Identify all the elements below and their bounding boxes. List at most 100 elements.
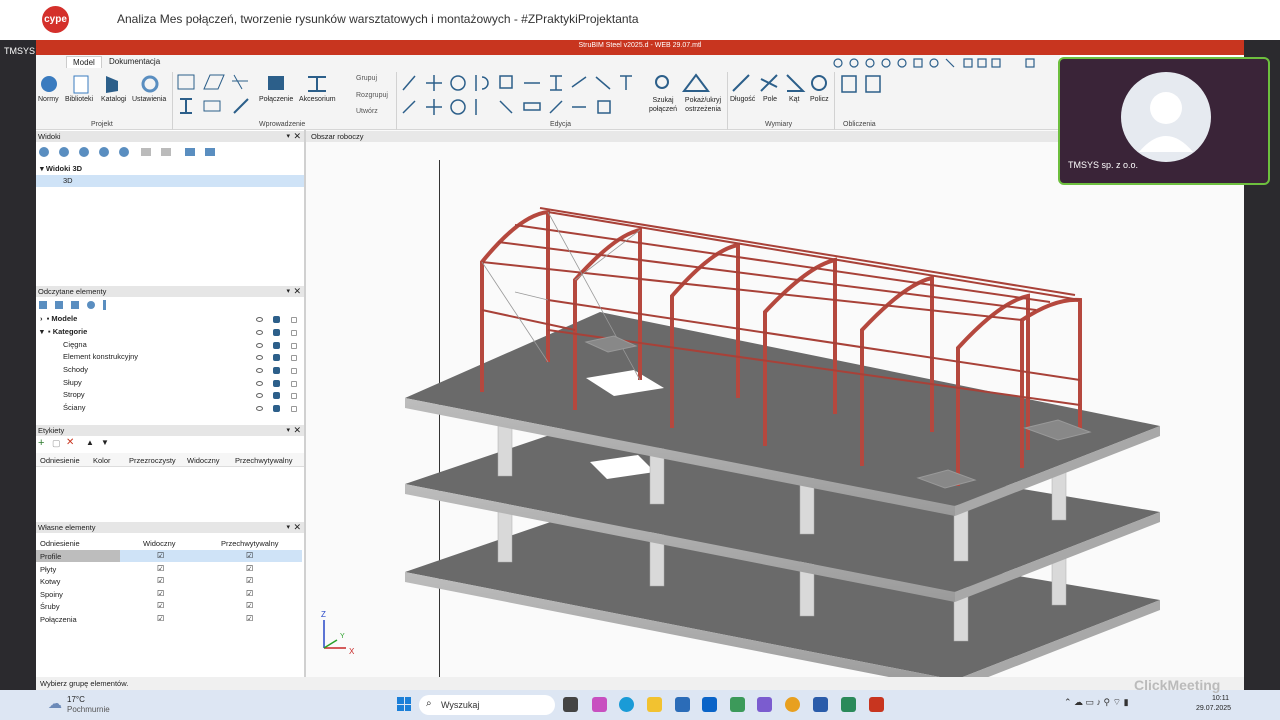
chrome-icon[interactable] xyxy=(785,697,800,712)
checkbox[interactable]: ☑ xyxy=(157,601,164,610)
close-icon[interactable]: ✕ xyxy=(293,522,301,533)
collapse-icon[interactable]: ▾ xyxy=(286,286,290,297)
model-icon[interactable] xyxy=(273,392,280,399)
count-button[interactable]: Policz xyxy=(810,96,829,103)
eye-icon[interactable] xyxy=(256,381,263,386)
view-toolbar[interactable] xyxy=(832,57,1052,69)
collapse-icon[interactable]: ▾ xyxy=(286,131,290,142)
own-row[interactable]: Połączenia xyxy=(40,615,77,624)
own-col-reference[interactable]: Odniesienie xyxy=(40,539,80,548)
model-icon[interactable] xyxy=(273,367,280,374)
create-button[interactable]: Utwórz xyxy=(356,108,378,115)
find-connections-button[interactable]: Szukaj połączeń xyxy=(648,96,678,114)
weather-temp[interactable]: 17°C xyxy=(67,695,85,704)
category-item[interactable]: Słupy xyxy=(63,378,82,387)
lock-icon[interactable] xyxy=(291,343,297,349)
category-item[interactable]: Stropy xyxy=(63,390,85,399)
model-icon[interactable] xyxy=(273,329,280,336)
checkbox[interactable]: ☑ xyxy=(246,551,253,560)
clock-time[interactable]: 10:11 xyxy=(1212,695,1229,702)
outlook-icon[interactable] xyxy=(702,697,717,712)
lock-icon[interactable] xyxy=(291,393,297,399)
add-label-icon[interactable]: + xyxy=(38,437,44,449)
col-transparent[interactable]: Przezroczysty xyxy=(129,456,176,465)
category-item[interactable]: Cięgna xyxy=(63,340,87,349)
checkbox[interactable]: ☑ xyxy=(246,576,253,585)
model-icon[interactable] xyxy=(273,342,280,349)
tray-icons[interactable]: ⌃ ☁ ▭ ♪ ⚲ ⌔ ▮ xyxy=(1064,697,1129,708)
eye-icon[interactable] xyxy=(256,393,263,398)
col-reference[interactable]: Odniesienie xyxy=(40,456,80,465)
views-3d-group[interactable]: ▾ Widoki 3D xyxy=(40,164,82,173)
lock-icon[interactable] xyxy=(291,381,297,387)
checkbox[interactable]: ☑ xyxy=(246,564,253,573)
lock-icon[interactable] xyxy=(291,406,297,412)
close-icon[interactable]: ✕ xyxy=(293,131,301,142)
tree-categories[interactable]: ▾ ▪ Kategorie xyxy=(40,327,87,336)
lock-icon[interactable] xyxy=(291,317,297,323)
teams-icon[interactable] xyxy=(757,697,772,712)
length-button[interactable]: Długość xyxy=(730,96,755,103)
lock-icon[interactable] xyxy=(291,330,297,336)
move-down-icon[interactable]: ▼ xyxy=(101,438,109,447)
weather-desc[interactable]: Pochmurnie xyxy=(67,705,110,714)
libraries-button[interactable]: Biblioteki xyxy=(65,96,93,103)
own-col-capturable[interactable]: Przechwytywalny xyxy=(221,539,279,548)
copy-label-icon[interactable]: ▢ xyxy=(52,438,61,449)
own-row[interactable]: Śruby xyxy=(40,602,60,611)
collapse-icon[interactable]: ▾ xyxy=(286,522,290,533)
clock-date[interactable]: 29.07.2025 xyxy=(1196,705,1231,712)
col-capturable[interactable]: Przechwytywalny xyxy=(235,456,293,465)
checkbox[interactable]: ☑ xyxy=(246,601,253,610)
eye-icon[interactable] xyxy=(256,355,263,360)
view-3d-item[interactable]: 3D xyxy=(63,176,73,185)
connection-button[interactable]: Połączenie xyxy=(259,96,293,103)
category-item[interactable]: Ściany xyxy=(63,403,86,412)
eye-icon[interactable] xyxy=(256,368,263,373)
own-row[interactable]: Płyty xyxy=(40,565,56,574)
checkbox[interactable]: ☑ xyxy=(157,614,164,623)
word-icon[interactable] xyxy=(813,697,828,712)
store-icon[interactable] xyxy=(675,697,690,712)
task-view-icon[interactable] xyxy=(563,697,578,712)
close-icon[interactable]: ✕ xyxy=(293,425,301,436)
file-explorer-icon[interactable] xyxy=(647,697,662,712)
checkbox[interactable]: ☑ xyxy=(157,589,164,598)
own-row[interactable]: Profile xyxy=(40,552,61,561)
col-color[interactable]: Kolor xyxy=(93,456,111,465)
taskbar-search[interactable]: Wyszukaj xyxy=(419,695,555,715)
app-icon[interactable] xyxy=(730,697,745,712)
model-3d-view[interactable]: Z Y X xyxy=(306,142,1244,677)
lock-icon[interactable] xyxy=(291,355,297,361)
views-toolbar[interactable] xyxy=(37,145,217,159)
app-icon[interactable] xyxy=(841,697,856,712)
own-col-visible[interactable]: Widoczny xyxy=(143,539,176,548)
strubim-icon[interactable] xyxy=(869,697,884,712)
eye-icon[interactable] xyxy=(256,343,263,348)
model-icon[interactable] xyxy=(273,380,280,387)
checkbox[interactable]: ☑ xyxy=(246,589,253,598)
category-item[interactable]: Element konstrukcyjny xyxy=(63,352,138,361)
eye-icon[interactable] xyxy=(256,317,263,322)
move-up-icon[interactable]: ▲ xyxy=(86,438,94,447)
close-icon[interactable]: ✕ xyxy=(293,286,301,297)
eye-icon[interactable] xyxy=(256,330,263,335)
col-visible[interactable]: Widoczny xyxy=(187,456,220,465)
own-row[interactable]: Spoiny xyxy=(40,590,63,599)
catalogs-button[interactable]: Katalogi xyxy=(101,96,126,103)
read-toolbar[interactable] xyxy=(37,299,117,311)
category-item[interactable]: Schody xyxy=(63,365,88,374)
checkbox[interactable]: ☑ xyxy=(157,576,164,585)
tree-models[interactable]: › ▪ Modele xyxy=(40,314,77,323)
norms-button[interactable]: Normy xyxy=(38,96,59,103)
own-row[interactable]: Kotwy xyxy=(40,577,60,586)
checkbox[interactable]: ☑ xyxy=(157,564,164,573)
accessory-button[interactable]: Akcesorium xyxy=(299,96,336,103)
tab-model[interactable]: Model xyxy=(66,56,102,68)
model-icon[interactable] xyxy=(273,316,280,323)
copilot-icon[interactable] xyxy=(592,697,607,712)
settings-button[interactable]: Ustawienia xyxy=(132,96,166,103)
lock-icon[interactable] xyxy=(291,368,297,374)
group-button[interactable]: Grupuj xyxy=(356,75,377,82)
edge-icon[interactable] xyxy=(619,697,634,712)
